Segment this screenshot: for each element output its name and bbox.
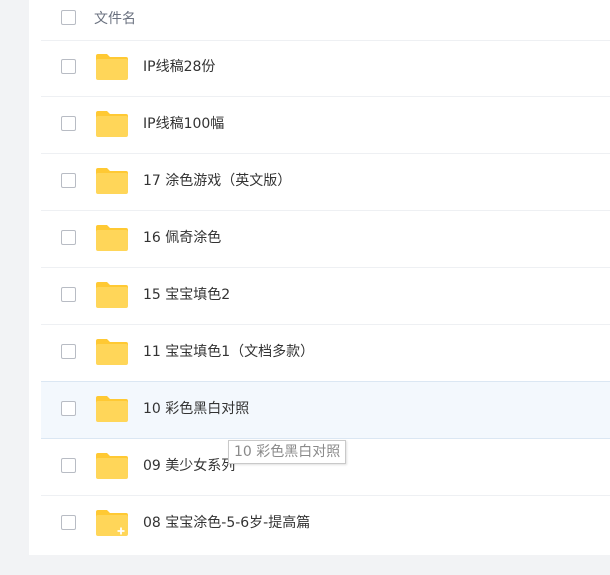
row-checkbox[interactable] bbox=[61, 59, 76, 74]
file-list-panel: 文件名 IP线稿28份 IP线稿100幅 17 涂色游戏（英文版） 16 佩奇涂… bbox=[29, 0, 610, 555]
file-row[interactable]: 16 佩奇涂色 bbox=[41, 211, 610, 268]
folder-icon bbox=[96, 453, 128, 479]
file-row[interactable]: IP线稿28份 bbox=[41, 40, 610, 97]
file-row[interactable]: IP线稿100幅 bbox=[41, 97, 610, 154]
file-name[interactable]: IP线稿100幅 bbox=[143, 114, 224, 134]
row-checkbox[interactable] bbox=[61, 116, 76, 131]
file-name[interactable]: 15 宝宝填色2 bbox=[143, 285, 230, 305]
file-name[interactable]: IP线稿28份 bbox=[143, 57, 215, 77]
row-checkbox[interactable] bbox=[61, 173, 76, 188]
file-row-hovered[interactable]: 10 彩色黑白对照 bbox=[41, 381, 610, 439]
shared-folder-icon bbox=[96, 510, 128, 536]
file-row[interactable]: 08 宝宝涂色-5-6岁-提高篇 bbox=[41, 496, 610, 552]
filename-tooltip: 10 彩色黑白对照 bbox=[228, 440, 347, 464]
file-name[interactable]: 10 彩色黑白对照 bbox=[143, 399, 249, 419]
folder-icon bbox=[96, 111, 128, 137]
filename-column-header[interactable]: 文件名 bbox=[94, 9, 136, 29]
row-checkbox[interactable] bbox=[61, 344, 76, 359]
folder-icon bbox=[96, 396, 128, 422]
row-checkbox[interactable] bbox=[61, 515, 76, 530]
folder-icon bbox=[96, 339, 128, 365]
file-row[interactable]: 11 宝宝填色1（文档多款） bbox=[41, 325, 610, 382]
file-name[interactable]: 08 宝宝涂色-5-6岁-提高篇 bbox=[143, 513, 310, 533]
row-checkbox[interactable] bbox=[61, 287, 76, 302]
file-name[interactable]: 09 美少女系列 bbox=[143, 456, 235, 476]
file-list: IP线稿28份 IP线稿100幅 17 涂色游戏（英文版） 16 佩奇涂色 15… bbox=[41, 40, 610, 552]
select-all-checkbox[interactable] bbox=[61, 10, 76, 25]
folder-icon bbox=[96, 54, 128, 80]
file-list-header: 文件名 bbox=[41, 0, 610, 41]
file-row[interactable]: 15 宝宝填色2 bbox=[41, 268, 610, 325]
row-checkbox[interactable] bbox=[61, 458, 76, 473]
file-name[interactable]: 17 涂色游戏（英文版） bbox=[143, 171, 291, 191]
file-name[interactable]: 16 佩奇涂色 bbox=[143, 228, 221, 248]
file-name[interactable]: 11 宝宝填色1（文档多款） bbox=[143, 342, 314, 362]
folder-icon bbox=[96, 282, 128, 308]
file-row[interactable]: 17 涂色游戏（英文版） bbox=[41, 154, 610, 211]
row-checkbox[interactable] bbox=[61, 401, 76, 416]
folder-icon bbox=[96, 168, 128, 194]
row-checkbox[interactable] bbox=[61, 230, 76, 245]
folder-icon bbox=[96, 225, 128, 251]
